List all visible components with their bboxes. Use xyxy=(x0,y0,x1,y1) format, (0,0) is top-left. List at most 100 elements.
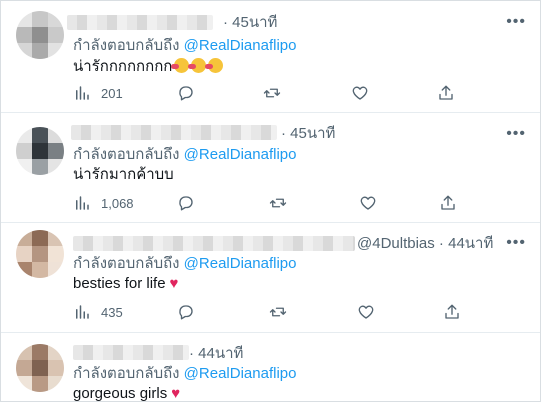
avatar-tile xyxy=(32,143,48,159)
tweet-text: น่ารักมากค้าบบ xyxy=(73,166,174,184)
tweet-text-body: น่ารักมากค้าบบ xyxy=(73,166,174,183)
reply-handle-link[interactable]: @RealDianaflipo xyxy=(184,365,297,382)
sparkling-heart-emoji: ♥ xyxy=(169,275,179,292)
tweet-meta: @4Dultbias · 44นาที xyxy=(357,235,493,253)
avatar-tile xyxy=(32,262,48,278)
reply-handle-link[interactable]: @RealDianaflipo xyxy=(184,37,297,54)
reply-button[interactable] xyxy=(177,302,195,322)
avatar[interactable] xyxy=(16,230,64,278)
user-handle[interactable]: @4Dultbias xyxy=(357,235,435,252)
retweet-button[interactable] xyxy=(263,83,281,103)
reply-handle-link[interactable]: @RealDianaflipo xyxy=(184,255,297,272)
more-icon[interactable]: ••• xyxy=(506,234,526,252)
tweet-time[interactable]: · 44นาที xyxy=(189,345,243,363)
tweet-2[interactable]: · 45นาที ••• กำลังตอบกลับถึง @RealDianaf… xyxy=(1,113,540,223)
analytics-button[interactable]: 435 xyxy=(73,302,123,322)
avatar-tile xyxy=(32,376,48,392)
avatar-tile xyxy=(16,43,32,59)
retweet-button[interactable] xyxy=(269,193,287,213)
avatar-tile xyxy=(16,376,32,392)
time-separator: · xyxy=(281,125,291,142)
avatar-tile xyxy=(48,143,64,159)
tweet-text: น่ารักกกกกกกก xyxy=(73,58,224,76)
share-button[interactable] xyxy=(439,193,457,213)
avatar-tile xyxy=(16,360,32,376)
tweet-text: gorgeous girls ♥ xyxy=(73,385,180,403)
tweet-time[interactable]: 44นาที xyxy=(448,235,493,252)
avatar-tile xyxy=(48,127,64,143)
like-button[interactable] xyxy=(357,302,375,322)
replies-feed: · 45นาที ••• กำลังตอบกลับถึง @RealDianaf… xyxy=(0,0,541,402)
avatar-tile xyxy=(48,376,64,392)
blurred-display-name[interactable] xyxy=(71,125,277,140)
avatar-tile xyxy=(48,344,64,360)
tweet-1[interactable]: · 45นาที ••• กำลังตอบกลับถึง @RealDianaf… xyxy=(1,1,540,113)
time-separator: · xyxy=(189,345,199,362)
avatar[interactable] xyxy=(16,127,64,175)
blurred-display-name[interactable] xyxy=(73,345,189,360)
analytics-count: 435 xyxy=(101,304,123,320)
retweet-icon xyxy=(269,198,287,208)
avatar-tile xyxy=(16,143,32,159)
share-icon xyxy=(445,304,459,319)
blurred-display-name[interactable] xyxy=(67,15,213,30)
tweet-text-body: gorgeous girls xyxy=(73,385,168,402)
tweet-actions: 1,068 xyxy=(73,193,473,213)
reply-icon xyxy=(179,196,193,211)
replying-to: กำลังตอบกลับถึง @RealDianaflipo xyxy=(73,365,296,383)
avatar-tile xyxy=(16,230,32,246)
like-button[interactable] xyxy=(359,193,377,213)
avatar-tile xyxy=(48,230,64,246)
avatar-tile xyxy=(32,246,48,262)
blurred-display-name[interactable] xyxy=(73,236,355,251)
replying-to: กำลังตอบกลับถึง @RealDianaflipo xyxy=(73,146,296,164)
retweet-icon xyxy=(269,307,287,317)
analytics-button[interactable]: 1,068 xyxy=(73,193,134,213)
share-button[interactable] xyxy=(443,302,461,322)
more-icon[interactable]: ••• xyxy=(506,125,526,143)
tweet-text-body: besties for life xyxy=(73,275,166,292)
tweet-time[interactable]: · 45นาที xyxy=(223,14,277,32)
more-icon[interactable]: ••• xyxy=(506,13,526,31)
tweet-actions: 201 xyxy=(73,83,473,103)
avatar-tile xyxy=(16,127,32,143)
replying-to: กำลังตอบกลับถึง @RealDianaflipo xyxy=(73,37,296,55)
analytics-icon xyxy=(76,305,89,319)
tweet-time[interactable]: · 45นาที xyxy=(281,125,335,143)
reply-handle-link[interactable]: @RealDianaflipo xyxy=(184,146,297,163)
avatar-tile xyxy=(16,159,32,175)
share-button[interactable] xyxy=(437,83,455,103)
reply-button[interactable] xyxy=(177,193,195,213)
share-icon xyxy=(441,195,455,210)
avatar-tile xyxy=(32,159,48,175)
retweet-icon xyxy=(263,88,281,98)
share-icon xyxy=(439,85,453,100)
like-icon xyxy=(352,86,368,100)
tweet-4[interactable]: · 44นาที กำลังตอบกลับถึง @RealDianaflipo… xyxy=(1,333,540,403)
avatar-tile xyxy=(16,344,32,360)
avatar[interactable] xyxy=(16,11,64,59)
avatar-tile xyxy=(32,43,48,59)
avatar-tile xyxy=(48,246,64,262)
avatar-tile xyxy=(48,27,64,43)
reply-button[interactable] xyxy=(177,83,195,103)
avatar[interactable] xyxy=(16,344,64,392)
tweet-actions: 435 xyxy=(73,302,473,322)
retweet-button[interactable] xyxy=(269,302,287,322)
like-icon xyxy=(358,305,374,319)
smiling-face-with-hearts-emoji xyxy=(205,58,224,73)
like-icon xyxy=(360,196,376,210)
tweet-3[interactable]: @4Dultbias · 44นาที ••• กำลังตอบกลับถึง … xyxy=(1,223,540,333)
avatar-tile xyxy=(16,262,32,278)
avatar-tile xyxy=(32,230,48,246)
avatar-tile xyxy=(16,11,32,27)
like-button[interactable] xyxy=(351,83,369,103)
analytics-button[interactable]: 201 xyxy=(73,83,123,103)
time-separator: · xyxy=(223,14,233,31)
reply-icon xyxy=(179,305,193,320)
avatar-tile xyxy=(16,246,32,262)
avatar-tile xyxy=(32,344,48,360)
avatar-tile xyxy=(48,159,64,175)
reply-label: กำลังตอบกลับถึง xyxy=(73,255,180,272)
avatar-tile xyxy=(32,360,48,376)
